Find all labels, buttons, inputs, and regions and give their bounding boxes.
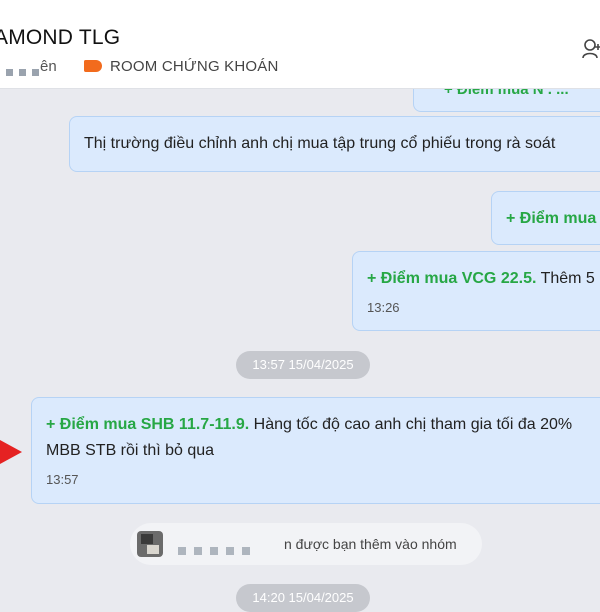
message-bubble[interactable]: + Điểm mua xyxy=(491,191,600,245)
username-pixelated xyxy=(178,542,258,560)
system-notice: n được bạn thêm vào nhóm xyxy=(130,523,482,565)
header-subinfo: ên ROOM CHỨNG KHOÁN xyxy=(0,57,300,77)
message-bubble[interactable]: + Điểm mua SHB 11.7-11.9. Hàng tốc độ ca… xyxy=(31,397,600,504)
buy-point-highlight: + Điểm mua VCG 22.5. xyxy=(367,270,537,287)
date-separator: 13:57 15/04/2025 xyxy=(236,351,370,379)
buy-point-highlight: Điểm mua xyxy=(519,210,597,227)
group-tag-label[interactable]: ROOM CHỨNG KHOÁN xyxy=(110,58,279,75)
system-notice-text: n được bạn thêm vào nhóm xyxy=(284,536,457,552)
buy-point-highlight: + Điểm mua SHB 11.7-11.9. xyxy=(46,416,250,433)
message-text: + Điểm mua VCG 22.5. Thêm 5 xyxy=(367,270,595,287)
message-time: 13:57 xyxy=(46,472,79,487)
member-count-label[interactable]: ên xyxy=(40,58,57,75)
chat-header: AMOND TLG ên ROOM CHỨNG KHOÁN xyxy=(0,0,600,89)
message-time: 13:26 xyxy=(367,300,400,315)
tag-icon xyxy=(84,60,102,72)
date-separator: 14:20 15/04/2025 xyxy=(236,584,370,612)
message-text: + Điểm mua xyxy=(506,210,597,227)
red-arrow-pointer xyxy=(0,440,22,464)
message-text-line2: MBB STB rồi thì bỏ qua xyxy=(46,442,215,459)
add-member-icon[interactable] xyxy=(582,38,600,65)
avatar[interactable] xyxy=(137,531,163,557)
message-bubble[interactable]: + Điểm mua VCG 22.5. Thêm 5 13:26 xyxy=(352,251,600,331)
message-text: Thị trường điều chỉnh anh chị mua tập tr… xyxy=(84,135,556,152)
message-bubble[interactable]: Thị trường điều chỉnh anh chị mua tập tr… xyxy=(69,116,600,172)
message-text: + Điểm mua SHB 11.7-11.9. Hàng tốc độ ca… xyxy=(46,416,573,433)
group-name[interactable]: AMOND TLG xyxy=(0,26,120,50)
